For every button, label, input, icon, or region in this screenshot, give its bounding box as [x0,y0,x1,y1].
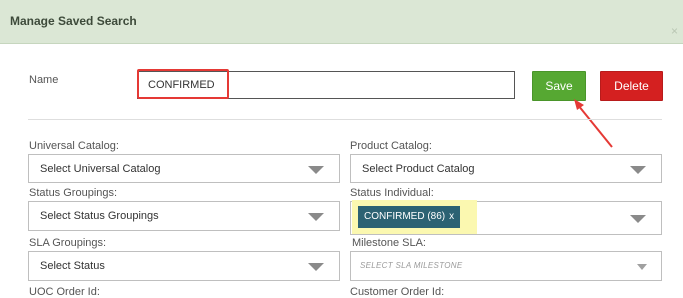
manage-saved-search-dialog: Manage Saved Search × Name CONFIRMED Sav… [0,0,683,298]
milestone-sla-label: Milestone SLA: [352,237,426,249]
product-catalog-select[interactable]: Select Product Catalog [350,154,662,183]
milestone-sla-select[interactable]: SELECT SLA MILESTONE [350,251,662,281]
sla-groupings-select[interactable]: Select Status [28,251,340,281]
status-groupings-label: Status Groupings: [29,187,118,199]
red-arrow-icon [574,99,613,148]
product-catalog-label: Product Catalog: [350,140,432,152]
close-icon[interactable]: × [671,25,678,37]
chevron-down-icon [308,213,324,221]
universal-catalog-label: Universal Catalog: [29,140,119,152]
status-individual-label: Status Individual: [350,187,434,199]
universal-catalog-select[interactable]: Select Universal Catalog [28,154,340,183]
status-groupings-value: Select Status Groupings [40,210,159,222]
sla-groupings-label: SLA Groupings: [29,237,107,249]
status-chip: CONFIRMED (86) x [358,206,461,228]
divider [28,119,662,120]
sla-groupings-value: Select Status [40,260,105,272]
product-catalog-value: Select Product Catalog [362,163,475,175]
chip-remove-icon[interactable]: x [449,211,454,222]
uoc-order-id-label: UOC Order Id: [29,286,100,298]
milestone-sla-placeholder: SELECT SLA MILESTONE [360,261,463,270]
status-groupings-select[interactable]: Select Status Groupings [28,201,340,231]
chevron-down-icon [637,264,647,270]
dialog-title: Manage Saved Search [10,14,137,28]
name-label: Name [29,74,59,86]
chevron-down-icon [308,263,324,271]
status-chip-label: CONFIRMED (86) [364,211,446,222]
dialog-header: Manage Saved Search × [0,0,683,44]
customer-order-id-label: Customer Order Id: [350,286,445,298]
name-value: CONFIRMED [148,79,215,91]
chevron-down-icon [630,215,646,223]
universal-catalog-value: Select Universal Catalog [40,163,161,175]
chevron-down-icon [308,166,324,174]
chevron-down-icon [630,166,646,174]
